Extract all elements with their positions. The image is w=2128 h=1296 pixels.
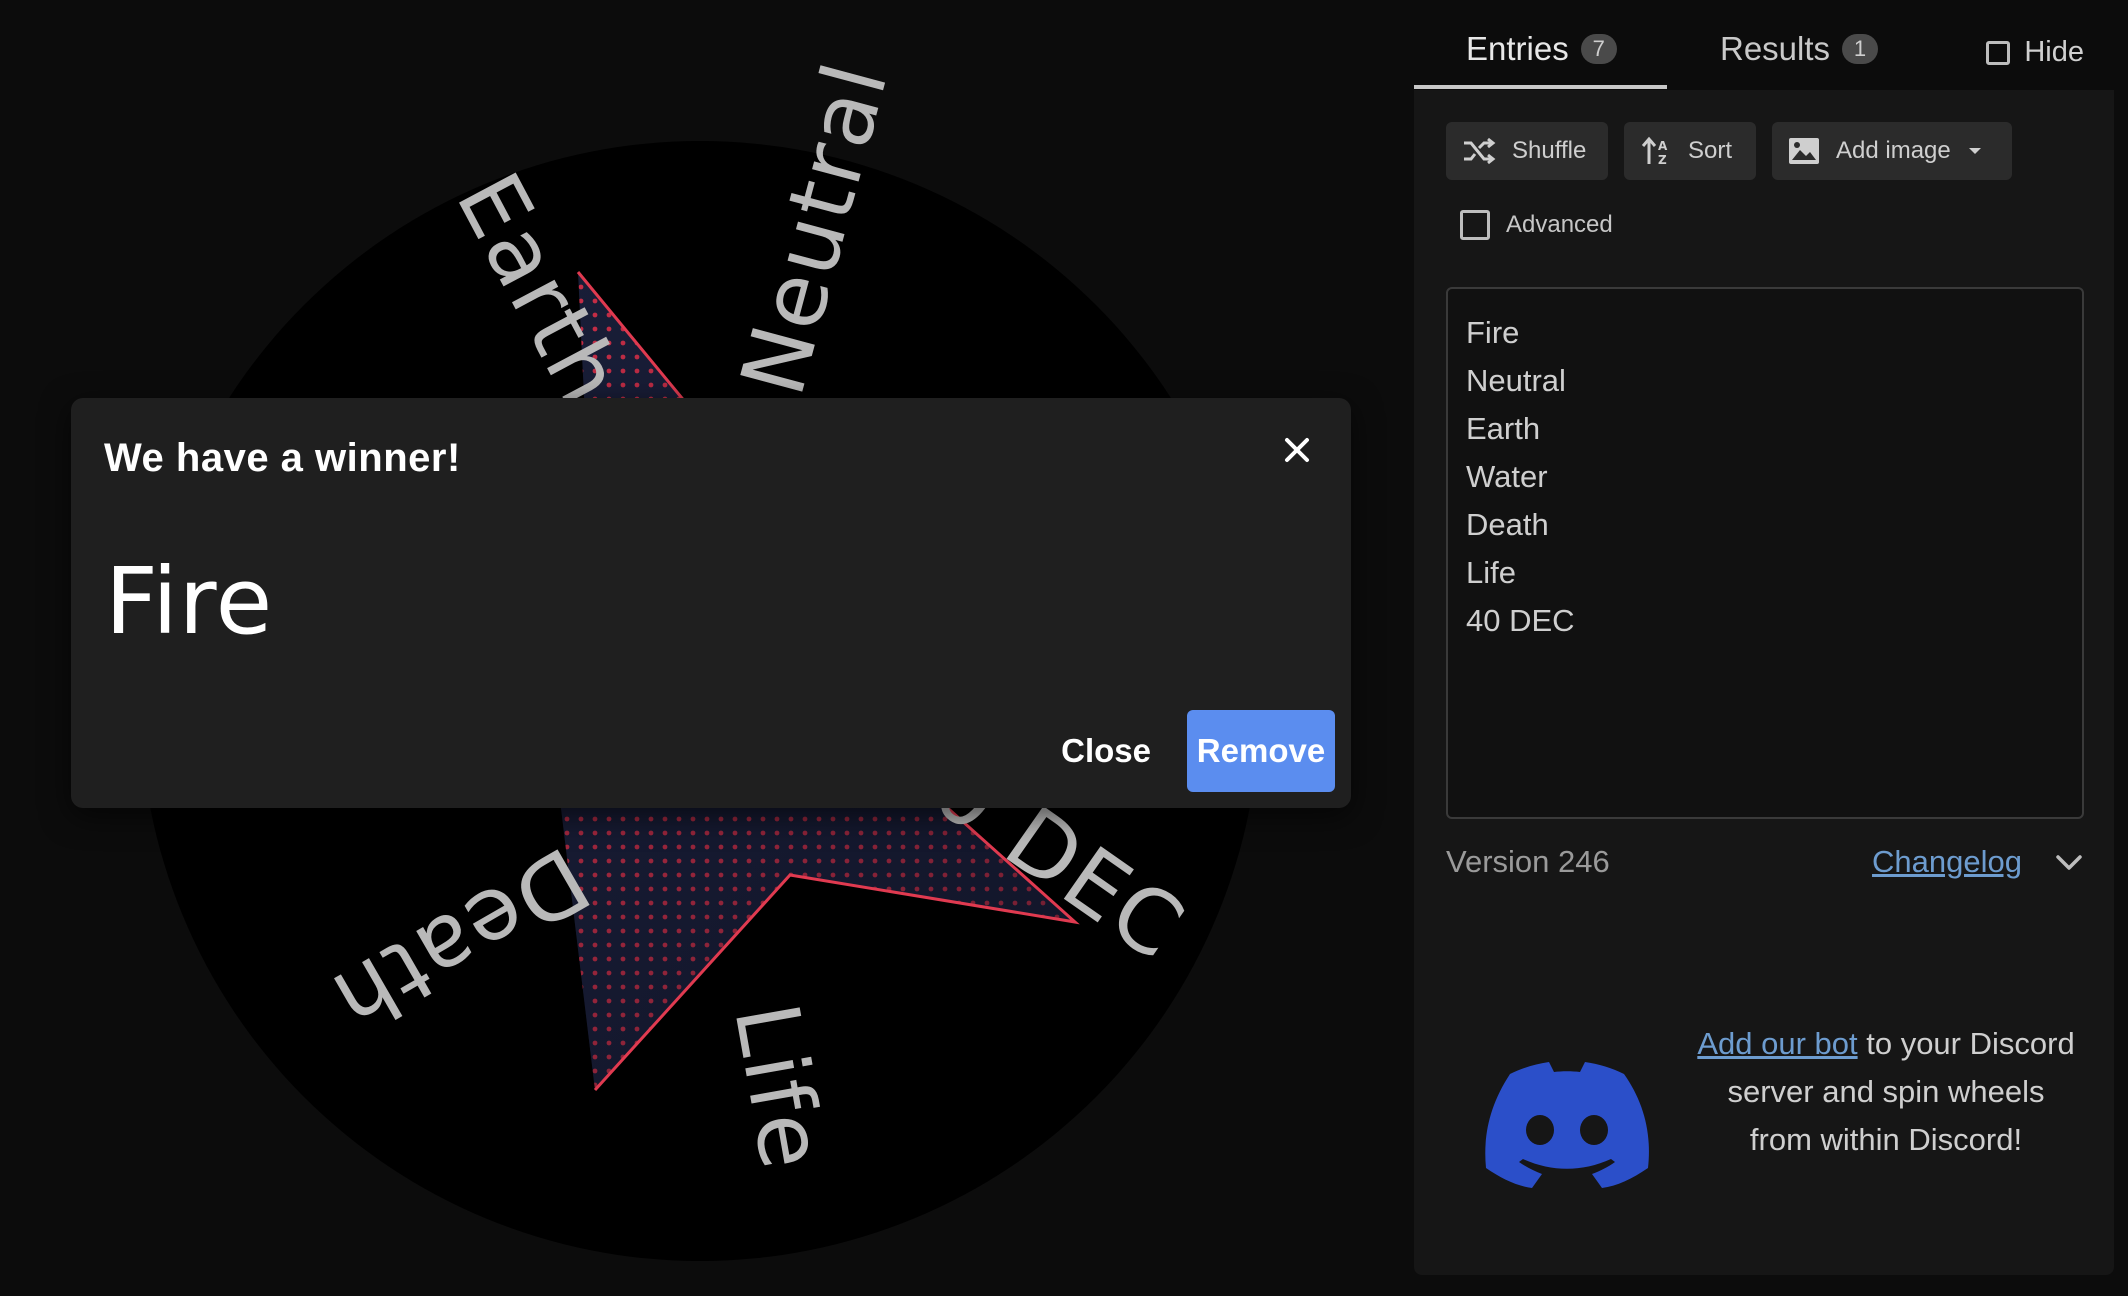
sort-icon: A Z [1641,136,1668,167]
entries-textarea[interactable]: Fire Neutral Earth Water Death Life 40 D… [1446,287,2084,819]
sort-label: Sort [1688,137,1733,164]
add-bot-link[interactable]: Add our bot [1697,1026,1857,1061]
shuffle-button[interactable]: Shuffle [1446,122,1608,180]
discord-text-line3: from within Discord! [1749,1122,2023,1157]
close-button[interactable]: Close [1051,710,1161,792]
discord-icon [1485,1062,1649,1188]
discord-promo-text: Add our bot to your Discord server and s… [1686,1020,2086,1164]
chevron-down-icon[interactable] [2052,845,2086,879]
hide-checkbox[interactable]: Hide [1986,36,2084,69]
entry-line: 40 DEC [1466,603,1575,638]
tab-entries-label: Entries [1466,30,1569,67]
winner-name: Fire [105,548,274,655]
add-image-label: Add image [1836,137,1951,164]
panel-body: Shuffle A Z Sort Add image Advanced Fire… [1414,90,2114,1275]
dialog-actions: Close Remove [1051,710,1335,792]
sort-button[interactable]: A Z Sort [1624,122,1756,180]
advanced-checkbox[interactable]: Advanced [1460,210,1613,240]
winner-dialog: We have a winner! Fire Close Remove [71,398,1351,808]
entry-line: Water [1466,459,1548,494]
discord-promo: Add our bot to your Discord server and s… [1446,1020,2086,1220]
svg-text:A: A [1658,139,1668,153]
svg-text:Z: Z [1658,153,1667,167]
shuffle-icon [1464,137,1496,165]
dialog-title: We have a winner! [104,436,461,480]
wheel-app: Neutral Earth Death Life 40 DEC We have … [0,0,2128,1296]
entries-toolbar: Shuffle A Z Sort Add image [1446,122,2012,180]
active-tab-indicator [1414,85,1667,89]
add-image-button[interactable]: Add image [1772,122,2012,180]
entry-line: Fire [1466,315,1520,350]
entry-line: Death [1466,507,1549,542]
panel-tabs: Entries 7 Results 1 Hide [1414,0,2114,90]
entries-panel: Entries 7 Results 1 Hide Shuffle A Z Sor… [1414,0,2114,1280]
image-icon [1789,138,1819,164]
entry-line: Earth [1466,411,1541,446]
close-icon[interactable] [1273,426,1321,474]
hide-checkbox-box[interactable] [1986,40,2011,65]
version-row: Version 246 Changelog [1446,840,2086,884]
results-count-badge: 1 [1842,34,1879,64]
advanced-checkbox-box[interactable] [1460,210,1490,240]
entry-line: Neutral [1466,363,1566,398]
version-text: Version 246 [1446,844,1610,879]
advanced-label: Advanced [1506,211,1613,238]
tab-results-label: Results [1720,30,1831,67]
entry-line: Life [1466,555,1516,590]
changelog-link[interactable]: Changelog [1872,844,2022,880]
hide-label: Hide [2024,36,2084,68]
entries-count-badge: 7 [1580,34,1617,64]
dropdown-caret-icon[interactable] [1967,146,1983,156]
remove-button[interactable]: Remove [1187,710,1335,792]
tab-entries[interactable]: Entries 7 [1466,30,1617,90]
discord-text-line2: server and spin wheels [1727,1074,2045,1109]
tab-results[interactable]: Results 1 [1720,30,1879,90]
discord-text-line1: to your Discord [1857,1026,2075,1061]
shuffle-label: Shuffle [1512,137,1587,164]
